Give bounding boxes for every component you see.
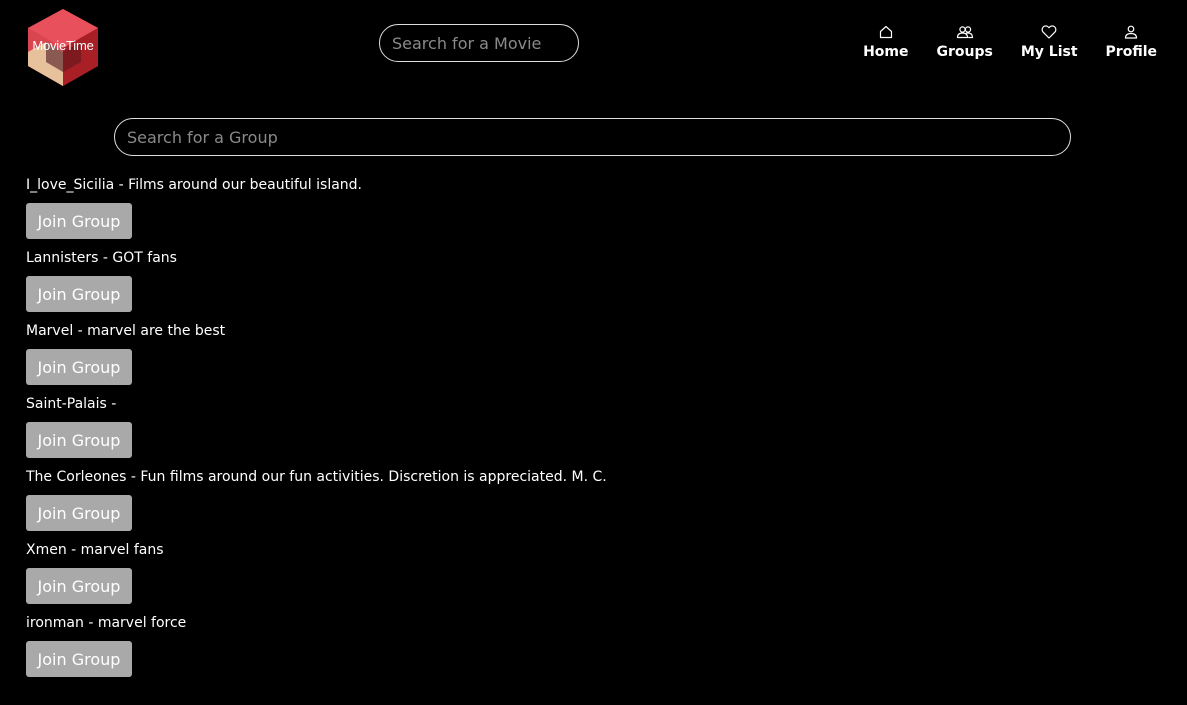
header: MovieTime Home Groups My List [0,0,1187,100]
nav-item-groups[interactable]: Groups [937,24,993,60]
nav-label-groups: Groups [936,44,993,60]
group-description: Saint-Palais - [26,396,117,412]
group-description: Lannisters - GOT fans [26,250,177,266]
heart-icon [1041,25,1057,39]
main-nav: Home Groups My List Profile [835,24,1157,60]
list-item: Lannisters - GOT fans Join Group [26,248,1166,321]
join-group-button[interactable]: Join Group [26,276,132,312]
nav-label-home: Home [863,44,909,60]
group-description: The Corleones - Fun films around our fun… [26,469,607,485]
nav-label-my-list: My List [1020,44,1078,60]
list-item: ironman - marvel force Join Group [26,613,1166,686]
join-group-button[interactable]: Join Group [26,641,132,677]
group-description: I_love_Sicilia - Films around our beauti… [26,177,363,193]
list-item: I_love_Sicilia - Films around our beauti… [26,175,1166,248]
group-description: ironman - marvel force [26,615,187,631]
home-icon [879,25,892,39]
join-group-button[interactable]: Join Group [26,203,132,239]
join-group-button[interactable]: Join Group [26,568,132,604]
groups-icon [956,26,973,39]
movie-search-input[interactable] [379,24,579,62]
nav-item-my-list[interactable]: My List [1021,24,1078,60]
join-group-button[interactable]: Join Group [26,422,132,458]
group-description: Marvel - marvel are the best [26,323,226,339]
movietime-logo[interactable]: MovieTime [26,8,100,88]
join-group-button[interactable]: Join Group [26,495,132,531]
nav-label-profile: Profile [1105,44,1157,60]
join-group-button[interactable]: Join Group [26,349,132,385]
group-list: I_love_Sicilia - Films around our beauti… [26,175,1166,686]
group-search-input[interactable] [114,118,1071,156]
user-icon [1125,25,1138,39]
nav-item-profile[interactable]: Profile [1106,24,1157,60]
list-item: Xmen - marvel fans Join Group [26,540,1166,613]
group-description: Xmen - marvel fans [26,542,164,558]
list-item: The Corleones - Fun films around our fun… [26,467,1166,540]
list-item: Marvel - marvel are the best Join Group [26,321,1166,394]
nav-item-home[interactable]: Home [863,24,909,60]
list-item: Saint-Palais - Join Group [26,394,1166,467]
logo-text: MovieTime [32,38,94,53]
